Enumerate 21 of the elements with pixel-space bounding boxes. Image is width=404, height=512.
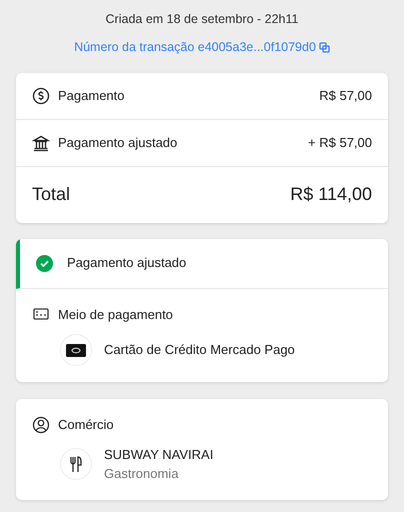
row-amount: + R$ 57,00	[308, 134, 372, 152]
total-amount: R$ 114,00	[290, 183, 372, 206]
row-label: Pagamento	[58, 86, 124, 105]
merchant-name: SUBWAY NAVIRAI	[104, 446, 214, 464]
merchant-category: Gastronomia	[104, 465, 180, 483]
section-title: Meio de pagamento	[58, 306, 173, 324]
payment-method-name: Cartão de Crédito Mercado Pago	[104, 341, 295, 360]
cutlery-icon	[60, 448, 92, 480]
status-label: Pagamento ajustado	[67, 254, 186, 272]
row-label: Pagamento ajustado	[58, 134, 178, 152]
user-icon	[32, 416, 50, 434]
bank-icon	[32, 134, 50, 152]
check-icon	[36, 254, 53, 272]
dollar-icon	[32, 86, 50, 104]
row-amount: R$ 57,00	[319, 86, 372, 105]
card-logo	[60, 334, 92, 366]
total-label: Total	[32, 183, 70, 206]
section-title: Comércio	[58, 416, 114, 434]
transaction-link[interactable]: Número da transação e4005a3e...0f1079d0	[74, 38, 330, 56]
created-date: Criada em 18 de setembro - 22h11	[104, 11, 300, 28]
copy-icon[interactable]	[318, 42, 330, 53]
